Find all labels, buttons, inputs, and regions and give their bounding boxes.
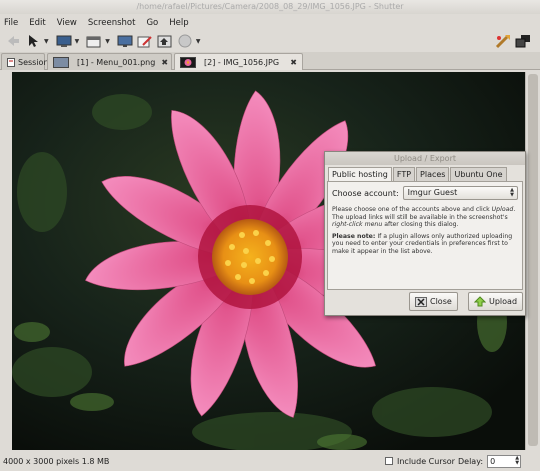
edit-icon[interactable] <box>136 33 154 49</box>
tab-bar: Session [1] - Menu_001.png ✖ [2] - IMG_1… <box>0 52 540 70</box>
include-cursor-toggle[interactable]: Include Cursor <box>385 457 455 466</box>
toolbar: ▼ ▼ ▼ ▼ <box>0 31 540 51</box>
menu-help[interactable]: Help <box>169 18 188 28</box>
account-select[interactable]: Imgur Guest ▲ ▼ <box>402 186 518 200</box>
back-icon[interactable] <box>4 33 22 49</box>
dialog-body: Choose account: Imgur Guest ▲ ▼ Please ch… <box>327 181 523 290</box>
dialog-title: Upload / Export <box>325 152 525 165</box>
windows-stack-icon[interactable] <box>514 33 532 49</box>
menu-go[interactable]: Go <box>146 18 158 28</box>
close-icon[interactable]: ✖ <box>155 58 168 67</box>
dialog-tabs: Public hosting FTP Places Ubuntu One <box>328 167 508 181</box>
chevron-down-icon[interactable]: ▼ <box>44 38 49 45</box>
desktop-icon[interactable] <box>55 33 73 49</box>
vertical-scrollbar[interactable] <box>525 72 540 450</box>
globe-icon[interactable] <box>176 33 194 49</box>
session-icon <box>7 57 15 67</box>
tab-label: [1] - Menu_001.png <box>77 57 156 67</box>
tab-places[interactable]: Places <box>416 167 450 181</box>
delay-label: Delay: <box>458 456 484 466</box>
thumbnail-icon <box>180 56 196 68</box>
upload-export-dialog: Upload / Export Public hosting FTP Place… <box>324 151 526 316</box>
updown-icon: ▲ ▼ <box>510 187 514 198</box>
screen-capture-icon[interactable] <box>116 33 134 49</box>
close-icon[interactable]: ✖ <box>284 58 297 67</box>
menu-file[interactable]: File <box>4 18 18 28</box>
delay-value: 0 <box>490 456 496 466</box>
delay-spinner[interactable]: 0 ▲ ▼ <box>487 454 522 468</box>
close-button-label: Close <box>430 297 452 306</box>
scrollbar-thumb[interactable] <box>528 74 538 446</box>
account-label: Choose account: <box>332 188 399 198</box>
status-bar: 4000 x 3000 pixels 1.8 MB Include Cursor… <box>0 451 540 471</box>
tab-session[interactable]: Session <box>1 53 49 70</box>
menubar: File Edit View Screenshot Go Help <box>0 14 540 31</box>
menu-screenshot[interactable]: Screenshot <box>88 18 136 28</box>
chevron-down-icon[interactable]: ▼ <box>75 38 80 45</box>
window-title: /home/rafael/Pictures/Camera/2008_08_29/… <box>0 0 540 14</box>
plugin-note: Please note: If a plugin allows only aut… <box>332 232 513 255</box>
upload-icon[interactable] <box>156 33 174 49</box>
close-icon <box>415 296 427 307</box>
close-button[interactable]: Close <box>409 292 458 311</box>
tab-ubuntu-one[interactable]: Ubuntu One <box>450 167 507 181</box>
image-info: 4000 x 3000 pixels 1.8 MB <box>3 456 110 466</box>
tab-label: [2] - IMG_1056.JPG <box>204 57 280 67</box>
tab-menu-001[interactable]: [1] - Menu_001.png ✖ <box>47 53 172 70</box>
include-cursor-label: Include Cursor <box>397 456 455 466</box>
upload-button[interactable]: Upload <box>468 292 524 311</box>
window-icon[interactable] <box>85 33 103 49</box>
menu-edit[interactable]: Edit <box>29 18 45 28</box>
thumbnail-icon <box>53 56 69 68</box>
menu-view[interactable]: View <box>57 18 77 28</box>
preferences-icon[interactable] <box>494 33 512 49</box>
spinner-arrows-icon[interactable]: ▲ ▼ <box>515 455 519 466</box>
tab-public-hosting[interactable]: Public hosting <box>328 167 392 181</box>
selection-cursor-icon[interactable] <box>24 33 42 49</box>
account-value: Imgur Guest <box>407 188 458 197</box>
account-description: Please choose one of the accounts above … <box>332 206 516 229</box>
upload-arrow-icon <box>474 296 486 307</box>
chevron-down-icon[interactable]: ▼ <box>196 38 201 45</box>
include-cursor-checkbox[interactable] <box>385 457 393 465</box>
upload-button-label: Upload <box>489 297 518 306</box>
chevron-down-icon[interactable]: ▼ <box>105 38 110 45</box>
delay-control: Delay: 0 ▲ ▼ <box>458 454 522 468</box>
tab-img-1056[interactable]: [2] - IMG_1056.JPG ✖ <box>174 53 303 70</box>
tab-ftp[interactable]: FTP <box>392 167 416 181</box>
tab-label: Session <box>18 57 49 67</box>
